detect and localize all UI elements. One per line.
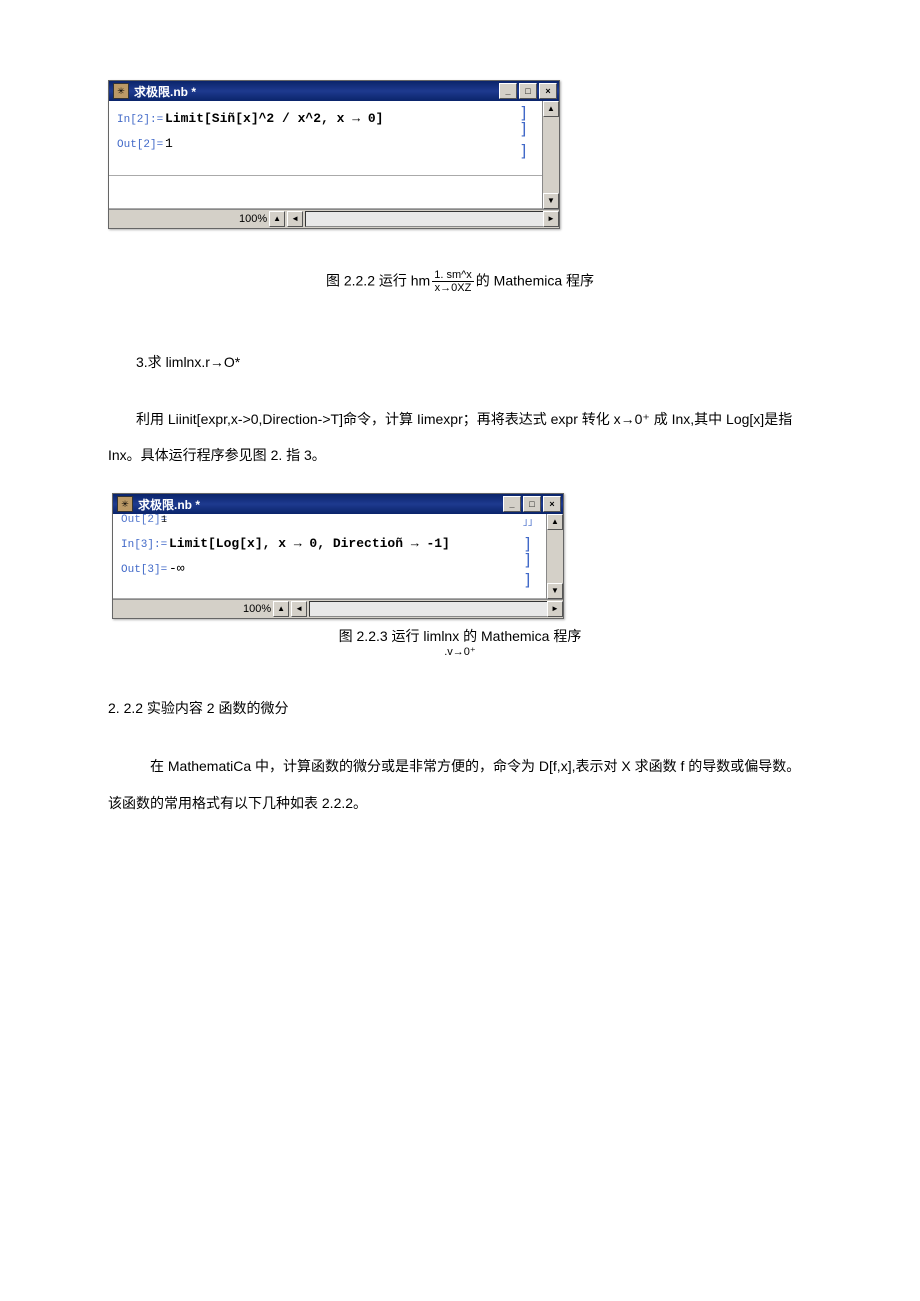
section-heading-2: 2. 2.2 实验内容 2 函数的微分 [108,698,812,718]
prev-out-code-2: 1 [161,515,519,526]
maximize-button[interactable]: □ [519,83,537,99]
input-cell-1: In[2]:= Limit[Siñ[x]^2 / x^2, x → 0] [117,111,515,126]
notebook-body-2: Out[2]= 1 In[3]:= Limit[Log[x], x → 0, D… [113,514,547,599]
out-label-1: Out[2]= [117,139,165,151]
vertical-scrollbar-1[interactable]: ▲ ▼ [542,101,559,209]
fraction-numerator: 1. sm^x [432,269,474,282]
in-code-2[interactable]: Limit[Log[x], x → 0, Directioñ → -1] [169,536,519,551]
in-label-1: In[2]:= [117,114,165,126]
window-title-2: 求极限.nb * [138,496,503,513]
notebook-body-wrap-2: Out[2]= 1 In[3]:= Limit[Log[x], x → 0, D… [113,514,563,599]
window-controls-1: _ □ × [499,83,559,99]
caption-prefix-1: 图 2.2.2 运行 hm [326,272,430,288]
scroll-down-button[interactable]: ▼ [547,583,563,599]
zoom-up-button[interactable]: ▲ [273,601,289,617]
maximize-button[interactable]: □ [523,496,541,512]
output-cell-2: Out[3]= -∞ [121,561,519,576]
document-page: ✳ 求极限.nb * _ □ × In[2]:= Limit[Siñ[x]^2 … [0,0,920,901]
caption-line2: .v→0⁺ [444,646,475,658]
bracket-icon: ] [523,572,541,588]
mathematica-window-1: ✳ 求极限.nb * _ □ × In[2]:= Limit[Siñ[x]^2 … [108,80,560,229]
titlebar-2: ✳ 求极限.nb * _ □ × [113,494,563,514]
app-icon: ✳ [113,83,129,99]
scroll-left-button[interactable]: ◄ [287,211,303,227]
minimize-button[interactable]: _ [503,496,521,512]
in-label-2: In[3]:= [121,539,169,551]
bracket-icon: 」」 [523,518,541,528]
empty-cell-1[interactable] [109,176,543,209]
paragraph-4: 利用 Liinit[expr,x->0,Direction->T]命令，计算 I… [108,401,812,474]
in-code-1[interactable]: Limit[Siñ[x]^2 / x^2, x → 0] [165,111,515,126]
minimize-button[interactable]: _ [499,83,517,99]
prev-output-cell-2: Out[2]= 1 [121,514,519,526]
zoom-up-button[interactable]: ▲ [269,211,285,227]
scroll-up-button[interactable]: ▲ [547,514,563,530]
cell-brackets-2: 」」 ] ] ] [523,518,541,594]
window-title-1: 求极限.nb * [134,83,499,100]
close-button[interactable]: × [543,496,561,512]
notebook-body-1: In[2]:= Limit[Siñ[x]^2 / x^2, x → 0] Out… [109,101,543,176]
zoom-control-1: 100% ▲ ◄ [239,211,303,227]
caption-suffix-1: 的 Mathemica 程序 [476,272,594,288]
close-button[interactable]: × [539,83,557,99]
notebook-body-wrap-1: In[2]:= Limit[Siñ[x]^2 / x^2, x → 0] Out… [109,101,559,209]
figure-caption-2: 图 2.2.3 运行 limlnx 的 Mathemica 程序 .v→0⁺ [108,629,812,658]
horizontal-scrollbar-2[interactable] [309,601,561,617]
statusbar-1: 100% ▲ ◄ ► [109,209,559,228]
caption-fraction-1: 1. sm^xx→0XZ [432,269,474,294]
prev-out-label-2: Out[2]= [121,514,161,526]
bracket-icon: ] [519,121,537,137]
out-label-2: Out[3]= [121,564,169,576]
titlebar-1: ✳ 求极限.nb * _ □ × [109,81,559,101]
statusbar-2: 100% ▲ ◄ ► [113,599,563,618]
zoom-value-2: 100% [243,603,271,615]
zoom-control-2: 100% ▲ ◄ [243,601,307,617]
bracket-icon: ] [523,552,541,568]
out-code-1: 1 [165,136,515,151]
output-cell-1: Out[2]= 1 [117,136,515,151]
scroll-right-button[interactable]: ► [547,601,563,617]
paragraph-3: 3.求 limlnx.r→O* [108,344,812,380]
scroll-left-button[interactable]: ◄ [291,601,307,617]
input-cell-2: In[3]:= Limit[Log[x], x → 0, Directioñ →… [121,536,519,551]
mathematica-window-2: ✳ 求极限.nb * _ □ × Out[2]= 1 In[3]:= Limit… [112,493,564,619]
caption-line1: 图 2.2.3 运行 limlnx 的 Mathemica 程序 [339,628,582,644]
figure-caption-1: 图 2.2.2 运行 hm1. sm^xx→0XZ的 Mathemica 程序 [108,269,812,294]
out-code-2: -∞ [169,561,519,576]
scroll-right-button[interactable]: ► [543,211,559,227]
horizontal-scrollbar-1[interactable] [305,211,557,227]
paragraph-5: 在 MathematiCa 中，计算函数的微分或是非常方便的，命令为 D[f,x… [108,748,812,821]
cell-brackets-1: ] ] ] [519,105,537,171]
bracket-icon: ] [519,143,537,159]
fraction-denominator: x→0XZ [432,282,474,294]
app-icon: ✳ [117,496,133,512]
scroll-down-button[interactable]: ▼ [543,193,559,209]
window-controls-2: _ □ × [503,496,563,512]
zoom-value-1: 100% [239,213,267,225]
vertical-scrollbar-2[interactable]: ▲ ▼ [546,514,563,599]
scroll-up-button[interactable]: ▲ [543,101,559,117]
